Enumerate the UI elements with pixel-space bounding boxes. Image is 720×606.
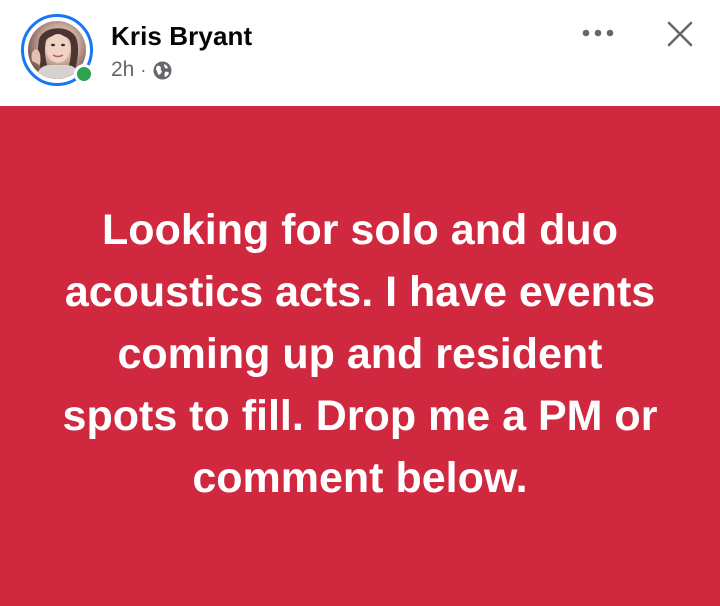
more-options-button[interactable]	[576, 18, 620, 48]
close-icon	[667, 21, 693, 47]
online-status-dot	[74, 64, 94, 84]
close-button[interactable]	[656, 12, 704, 56]
post-header: Kris Bryant 2h ·	[0, 0, 720, 106]
meta-separator: ·	[140, 59, 147, 80]
post-timestamp[interactable]: 2h	[111, 58, 134, 82]
post-background[interactable]: Looking for solo and duo acoustics acts.…	[0, 106, 720, 606]
author-name[interactable]: Kris Bryant	[111, 21, 252, 52]
globe-icon[interactable]	[152, 60, 173, 81]
more-dots-icon	[582, 29, 614, 37]
post-text: Looking for solo and duo acoustics acts.…	[62, 205, 658, 502]
post-meta: 2h ·	[111, 58, 173, 82]
